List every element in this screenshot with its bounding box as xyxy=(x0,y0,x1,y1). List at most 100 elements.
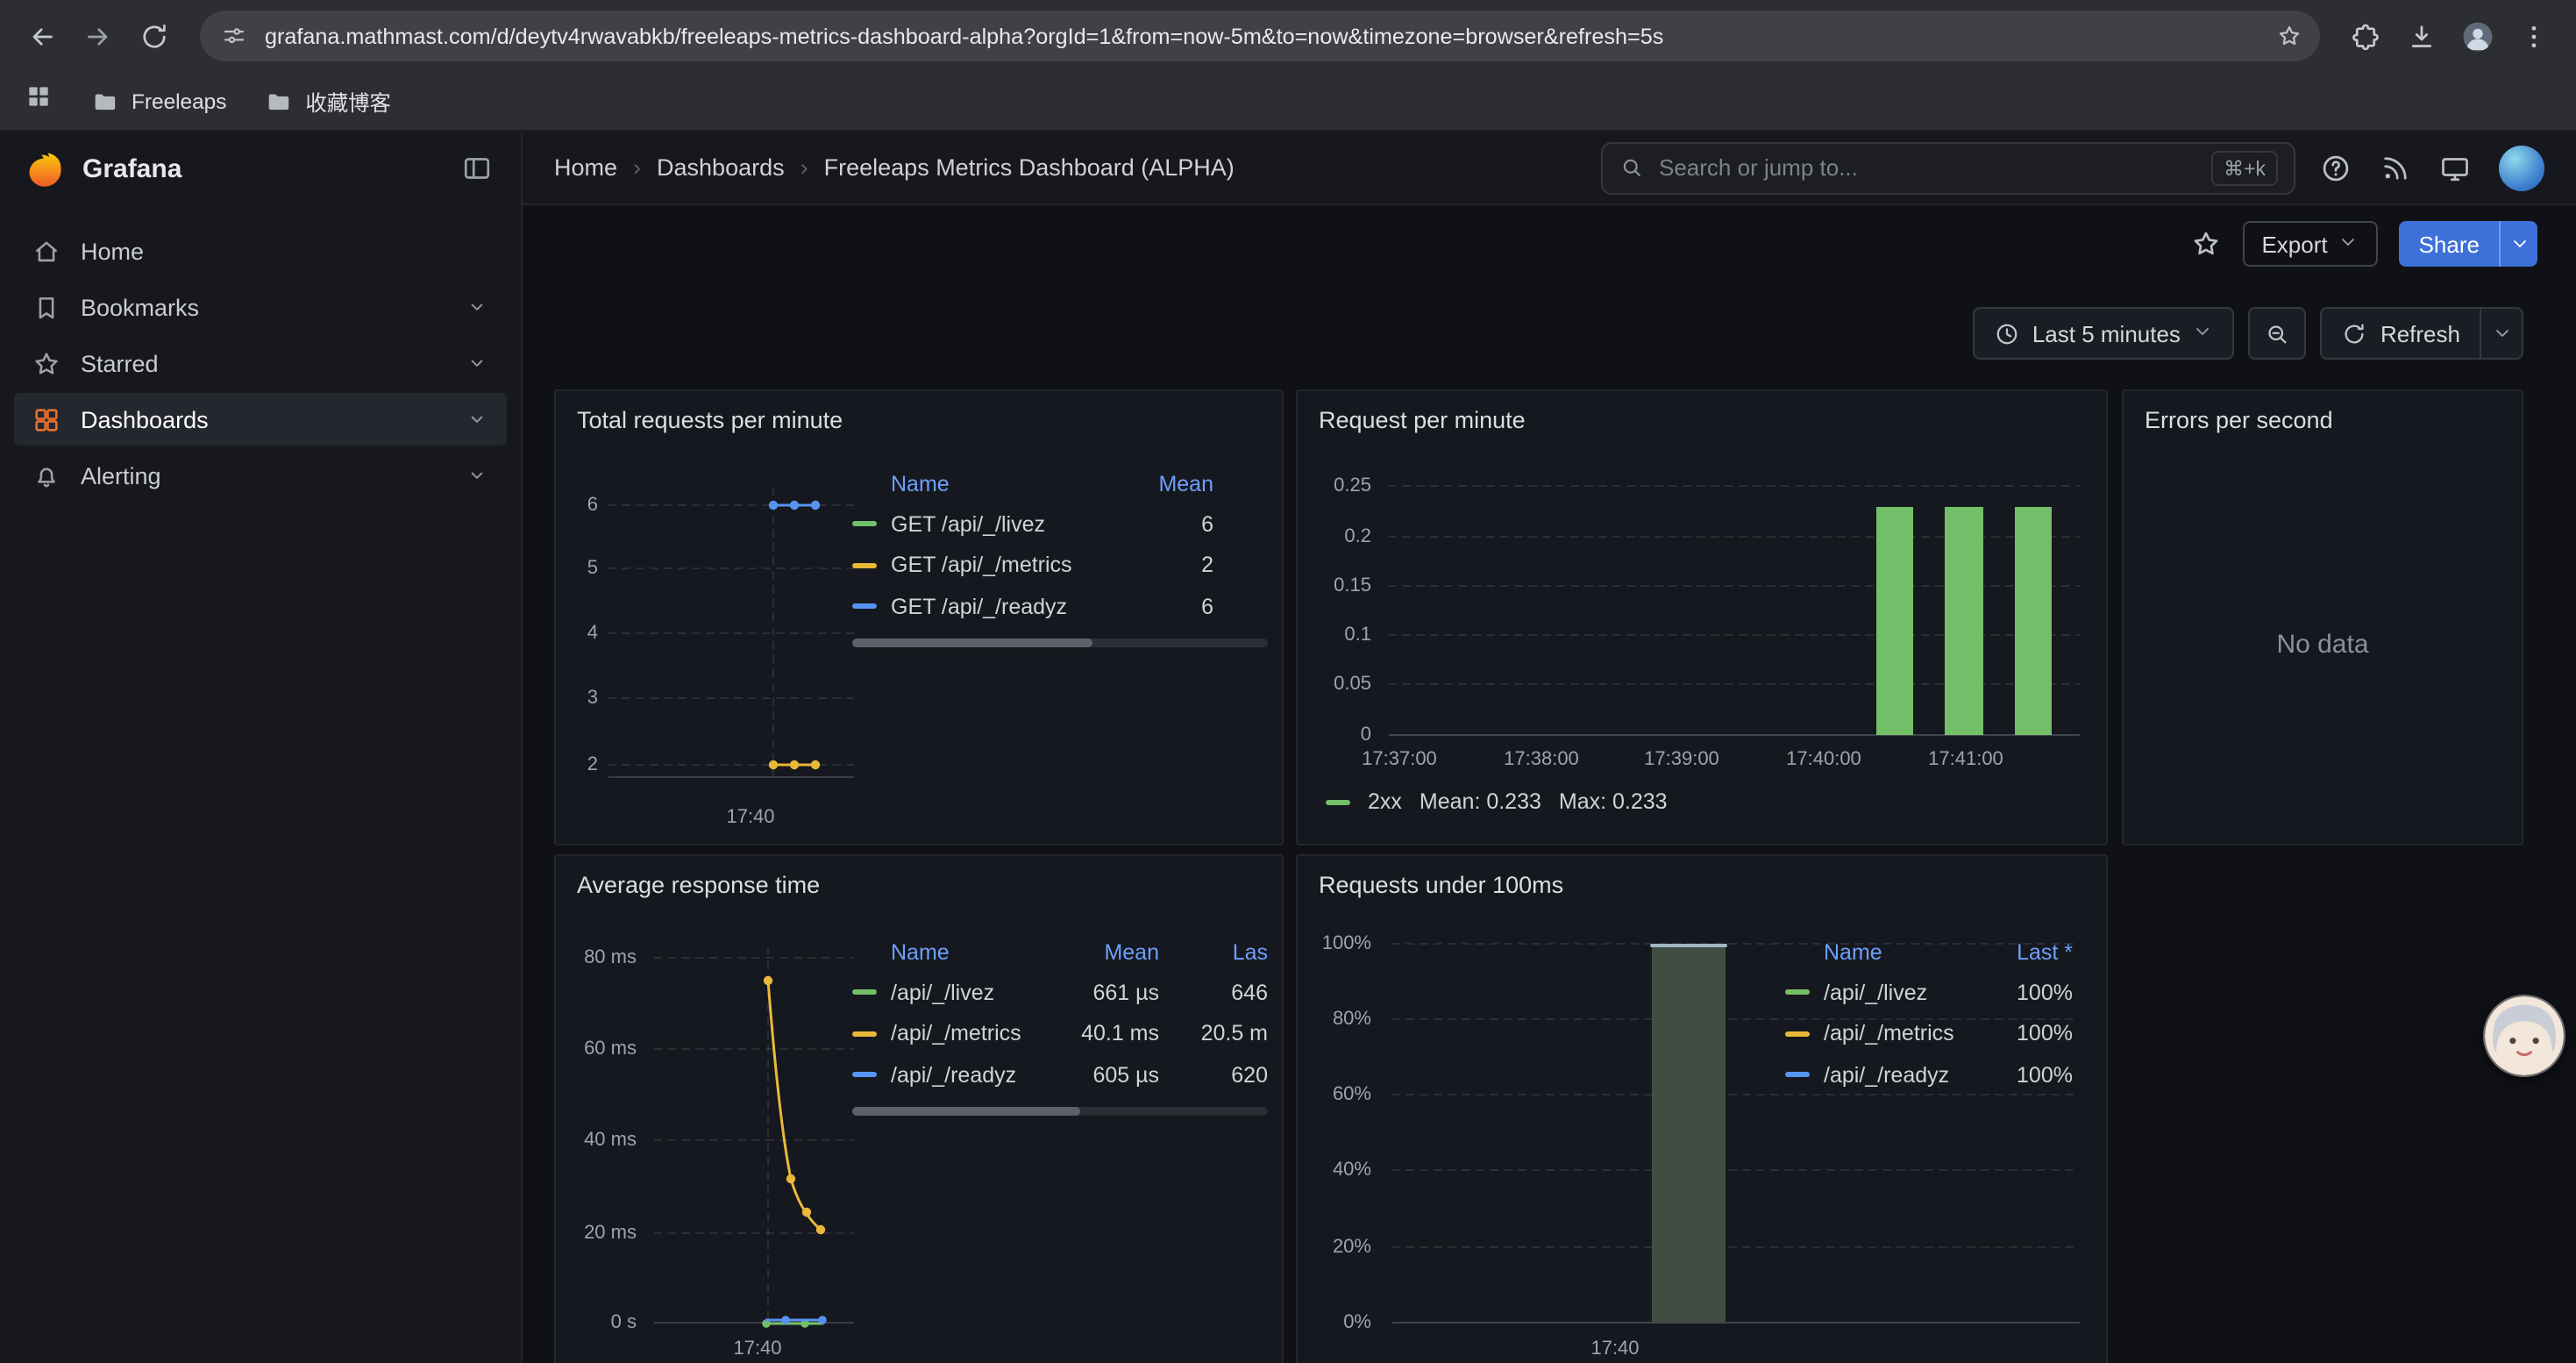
chevron-down-icon[interactable] xyxy=(465,351,489,375)
y-axis-tick: 0.05 xyxy=(1308,670,1371,698)
url-input[interactable] xyxy=(247,24,2276,48)
bar-chart xyxy=(1389,475,2080,742)
grafana-logo[interactable] xyxy=(25,148,65,189)
panel-title[interactable]: Requests under 100ms xyxy=(1298,856,2106,914)
site-info-icon[interactable] xyxy=(221,23,247,49)
sidebar-item-dashboards[interactable]: Dashboards xyxy=(14,393,507,446)
series-color-dash xyxy=(1785,1073,1810,1078)
clock-icon xyxy=(1994,320,2020,346)
legend-col-name[interactable]: Name xyxy=(891,940,1057,965)
legend-col-last[interactable]: Last * xyxy=(1992,940,2073,965)
panel-legend: 2xx Mean: 0.233 Max: 0.233 xyxy=(1326,789,1668,814)
help-button[interactable] xyxy=(2320,152,2352,183)
address-bar[interactable] xyxy=(200,11,2320,61)
legend-row: GET /api/_/metrics 2 xyxy=(852,545,1268,586)
chevron-down-icon[interactable] xyxy=(465,407,489,432)
bookmark-icon xyxy=(32,292,61,322)
legend-col-name[interactable]: Name xyxy=(891,472,1126,496)
bookmark-item-blog[interactable]: 收藏博客 xyxy=(265,85,391,117)
browser-profile-avatar[interactable] xyxy=(2453,11,2502,61)
top-nav: Home › Dashboards › Freeleaps Metrics Da… xyxy=(523,132,2576,205)
legend-col-last[interactable]: Las xyxy=(1159,940,1268,965)
display-button[interactable] xyxy=(2439,152,2471,183)
extensions-button[interactable] xyxy=(2341,11,2390,61)
sidebar-item-bookmarks[interactable]: Bookmarks xyxy=(14,281,507,333)
legend-col-mean[interactable]: Mean xyxy=(1057,940,1159,965)
sidebar-collapse-button[interactable] xyxy=(461,153,493,184)
breadcrumb: Home › Dashboards › Freeleaps Metrics Da… xyxy=(554,154,1235,181)
search-input[interactable] xyxy=(1645,154,2211,181)
legend-header: Name Mean Las xyxy=(852,933,1268,972)
reload-button[interactable] xyxy=(130,11,179,61)
zoom-out-button[interactable] xyxy=(2249,307,2307,360)
panel-title[interactable]: Request per minute xyxy=(1298,391,2106,449)
scrollbar-thumb[interactable] xyxy=(852,1106,1081,1115)
x-axis-tick: 17:40:00 xyxy=(1771,747,1876,772)
browser-chrome: Freeleaps 收藏博客 xyxy=(0,0,2576,132)
share-button[interactable]: Share xyxy=(2400,221,2537,267)
legend-row: /api/_/readyz 100% xyxy=(1785,1054,2073,1095)
y-axis-tick: 40% xyxy=(1305,1156,1371,1184)
series-name[interactable]: GET /api/_/readyz xyxy=(891,595,1126,619)
y-axis-tick: 6 xyxy=(559,491,598,519)
chevron-down-icon xyxy=(2491,323,2512,344)
panel-title[interactable]: Errors per second xyxy=(2124,391,2522,449)
star-icon xyxy=(32,348,61,378)
legend-header: Name Last * xyxy=(1785,933,2073,972)
user-avatar[interactable] xyxy=(2499,145,2544,190)
breadcrumb-home[interactable]: Home xyxy=(554,154,617,181)
browser-menu-button[interactable] xyxy=(2509,11,2558,61)
share-menu-toggle[interactable] xyxy=(2499,221,2537,267)
legend-col-mean[interactable]: Mean xyxy=(1126,472,1213,496)
series-name[interactable]: GET /api/_/metrics xyxy=(891,553,1126,578)
y-axis-tick: 0.2 xyxy=(1308,523,1371,551)
chevron-down-icon[interactable] xyxy=(465,463,489,488)
search-box[interactable]: ⌘+k xyxy=(1601,141,2295,194)
series-name[interactable]: GET /api/_/livez xyxy=(891,512,1126,537)
share-label[interactable]: Share xyxy=(2400,221,2499,267)
sidebar-item-home[interactable]: Home xyxy=(14,225,507,277)
legend-row: /api/_/readyz 605 µs 620 xyxy=(852,1054,1268,1095)
forward-button[interactable] xyxy=(74,11,123,61)
panel-title[interactable]: Total requests per minute xyxy=(556,391,1282,449)
series-max: Max: 0.233 xyxy=(1559,789,1668,814)
y-axis-tick: 40 ms xyxy=(559,1126,637,1154)
browser-toolbar xyxy=(0,0,2576,72)
series-name[interactable]: /api/_/metrics xyxy=(891,1022,1057,1046)
series-mean: 605 µs xyxy=(1057,1063,1159,1088)
folder-icon xyxy=(91,87,119,115)
chevron-down-icon xyxy=(2508,233,2530,254)
x-axis-tick: 17:41:00 xyxy=(1913,747,2018,772)
downloads-button[interactable] xyxy=(2397,11,2446,61)
favorite-dashboard-button[interactable] xyxy=(2189,228,2221,260)
export-button[interactable]: Export xyxy=(2242,221,2378,267)
series-color-dash xyxy=(852,563,877,568)
bookmark-star-icon[interactable] xyxy=(2276,23,2302,49)
series-name[interactable]: 2xx xyxy=(1368,789,1402,814)
series-name[interactable]: /api/_/livez xyxy=(891,981,1057,1005)
refresh-interval-toggle[interactable] xyxy=(2480,309,2522,358)
sidebar-item-alerting[interactable]: Alerting xyxy=(14,449,507,502)
panel-legend: Name Mean GET /api/_/livez 6 GET /api/_/… xyxy=(852,465,1268,646)
breadcrumb-dashboards[interactable]: Dashboards xyxy=(657,154,785,181)
panel-requests-under-100ms: Requests under 100ms 100% 80% 60% 40% 20… xyxy=(1296,854,2108,1363)
panel-title[interactable]: Average response time xyxy=(556,856,1282,914)
refresh-button[interactable]: Refresh xyxy=(2323,309,2480,358)
no-data-message: No data xyxy=(2124,630,2522,660)
series-name[interactable]: /api/_/readyz xyxy=(891,1063,1057,1088)
folder-icon xyxy=(265,87,293,115)
series-name[interactable]: /api/_/metrics xyxy=(1824,1022,1992,1046)
scrollbar-thumb[interactable] xyxy=(852,638,1093,646)
news-button[interactable] xyxy=(2380,152,2411,183)
time-controls: Last 5 minutes Refresh xyxy=(1973,307,2523,360)
chevron-down-icon[interactable] xyxy=(465,295,489,319)
bookmark-item-freeleaps[interactable]: Freeleaps xyxy=(91,87,226,115)
series-name[interactable]: /api/_/livez xyxy=(1824,981,1992,1005)
legend-col-name[interactable]: Name xyxy=(1824,940,1992,965)
assistant-avatar[interactable] xyxy=(2483,995,2565,1077)
apps-grid-button[interactable] xyxy=(25,82,53,119)
back-button[interactable] xyxy=(18,11,67,61)
sidebar-item-starred[interactable]: Starred xyxy=(14,337,507,389)
series-name[interactable]: /api/_/readyz xyxy=(1824,1063,1992,1088)
time-range-picker[interactable]: Last 5 minutes xyxy=(1973,307,2235,360)
